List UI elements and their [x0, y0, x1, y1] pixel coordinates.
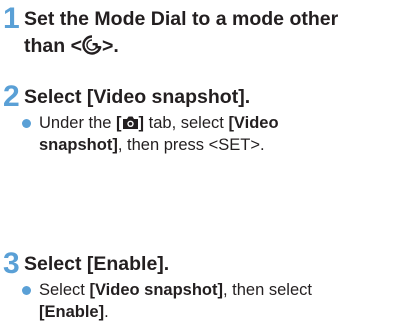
bullet-text: tab, select [144, 114, 229, 132]
bullet-text-bold: [Video [228, 114, 279, 132]
step-title: Select [Enable]. [24, 253, 170, 275]
step-title-line: than < >. [24, 33, 338, 60]
bullet-text: Under the [39, 114, 117, 132]
bullet-line: Select [Video snapshot], then select [39, 279, 312, 301]
title-text: >. [101, 35, 119, 57]
bullet-text-bold: snapshot] [39, 136, 118, 154]
bullet-text: , then select [223, 281, 312, 299]
title-text: than < [24, 35, 82, 57]
list-item: Select [Video snapshot], then select [En… [22, 279, 312, 323]
step-title: Select [Video snapshot]. [24, 86, 251, 108]
bullet-icon [22, 119, 31, 128]
list-item: Under the [ ] tab, select [Video snapsho… [22, 112, 279, 156]
bullet-text-bold: [Video snapshot] [89, 281, 223, 299]
scene-intelligent-auto-icon [82, 35, 102, 55]
step-number: 2 [3, 80, 20, 113]
bullet-text: , then press <SET>. [117, 136, 265, 154]
step-number: 3 [3, 247, 20, 280]
step-number: 1 [3, 2, 20, 35]
bullet-line: snapshot], then press <SET>. [39, 134, 279, 156]
bullet-text: . [104, 303, 109, 321]
bullet-text-bold: [ ] [116, 114, 144, 132]
bullet-icon [22, 286, 31, 295]
bullet-line: [Enable]. [39, 301, 312, 323]
bullet-line: Under the [ ] tab, select [Video [39, 112, 279, 134]
camera-icon [122, 116, 138, 129]
bullet-text-bold: [Enable] [39, 303, 105, 321]
step-title: Set the Mode Dial to a mode other than <… [24, 6, 338, 60]
step-title-line: Set the Mode Dial to a mode other [24, 8, 339, 30]
bullet-text: Select [39, 281, 90, 299]
